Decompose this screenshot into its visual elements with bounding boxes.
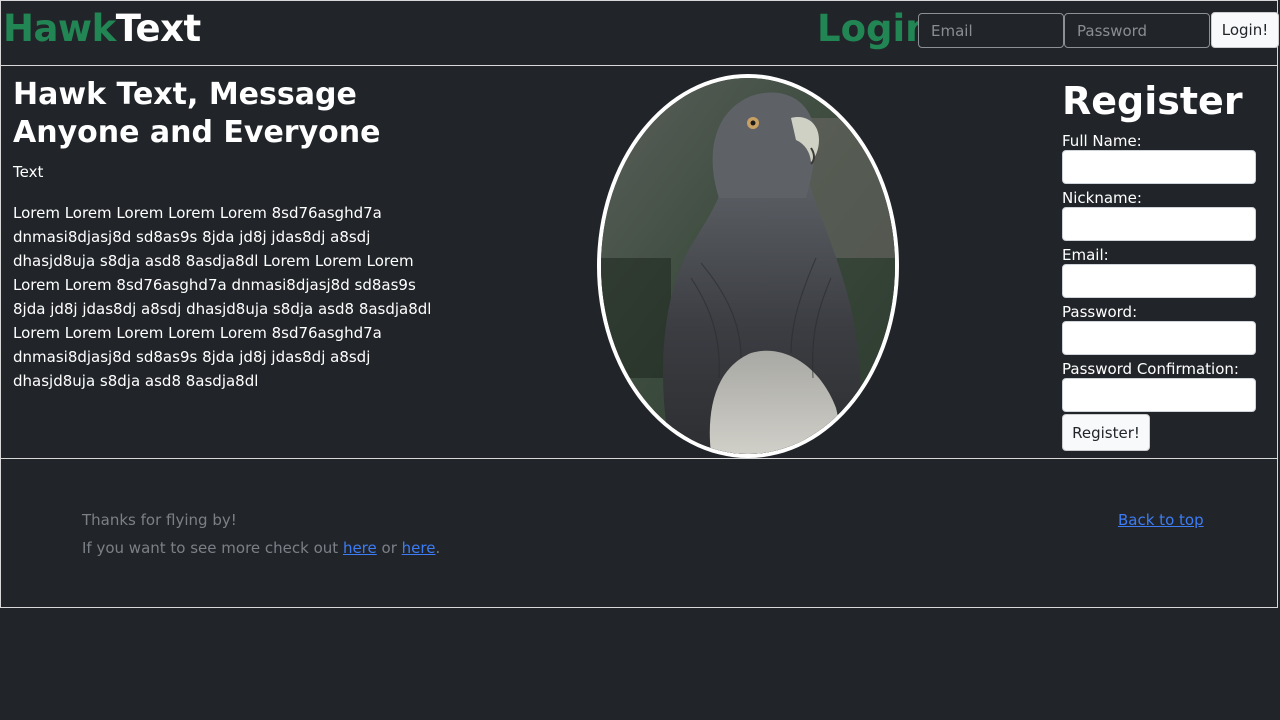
- hero-title: Hawk Text, Message Anyone and Everyone: [13, 77, 381, 150]
- footer-more-line: If you want to see more check out here o…: [82, 539, 440, 557]
- footer: Thanks for flying by! If you want to see…: [0, 458, 1278, 608]
- footer-link-here-2[interactable]: here: [402, 539, 436, 557]
- footer-period: .: [435, 539, 441, 557]
- login-button[interactable]: Login!: [1211, 12, 1279, 48]
- footer-thanks: Thanks for flying by!: [82, 511, 237, 529]
- footer-more-prefix: If you want to see more check out: [82, 539, 343, 557]
- back-to-top-link[interactable]: Back to top: [1118, 511, 1204, 529]
- password-confirm-label: Password Confirmation:: [1062, 360, 1239, 378]
- hero-subtitle: Text: [13, 163, 44, 181]
- login-email-input[interactable]: [918, 13, 1064, 48]
- hawk-image: [597, 74, 899, 458]
- register-form: Register Full Name: Nickname: Email: Pas…: [1062, 78, 1262, 451]
- main-section: Hawk Text, Message Anyone and Everyone T…: [0, 65, 1278, 459]
- register-button[interactable]: Register!: [1062, 414, 1150, 451]
- full-name-input[interactable]: [1062, 150, 1256, 184]
- password-confirm-input[interactable]: [1062, 378, 1256, 412]
- brand-text: Text: [115, 7, 201, 50]
- login-heading: Login: [817, 7, 932, 50]
- register-password-input[interactable]: [1062, 321, 1256, 355]
- brand-hawk: Hawk: [3, 7, 116, 50]
- brand-logo[interactable]: HawkText: [3, 7, 201, 50]
- email-label: Email:: [1062, 246, 1109, 264]
- top-navbar: HawkText Login Login!: [0, 0, 1279, 66]
- password-label: Password:: [1062, 303, 1138, 321]
- footer-link-here-1[interactable]: here: [343, 539, 377, 557]
- footer-or: or: [376, 539, 402, 557]
- hero-body-text: Lorem Lorem Lorem Lorem Lorem 8sd76asghd…: [13, 204, 432, 390]
- hawk-illustration: [601, 78, 895, 454]
- full-name-label: Full Name:: [1062, 132, 1142, 150]
- nickname-label: Nickname:: [1062, 189, 1142, 207]
- register-email-input[interactable]: [1062, 264, 1256, 298]
- nickname-input[interactable]: [1062, 207, 1256, 241]
- login-password-input[interactable]: [1064, 13, 1210, 48]
- register-title: Register: [1062, 79, 1243, 123]
